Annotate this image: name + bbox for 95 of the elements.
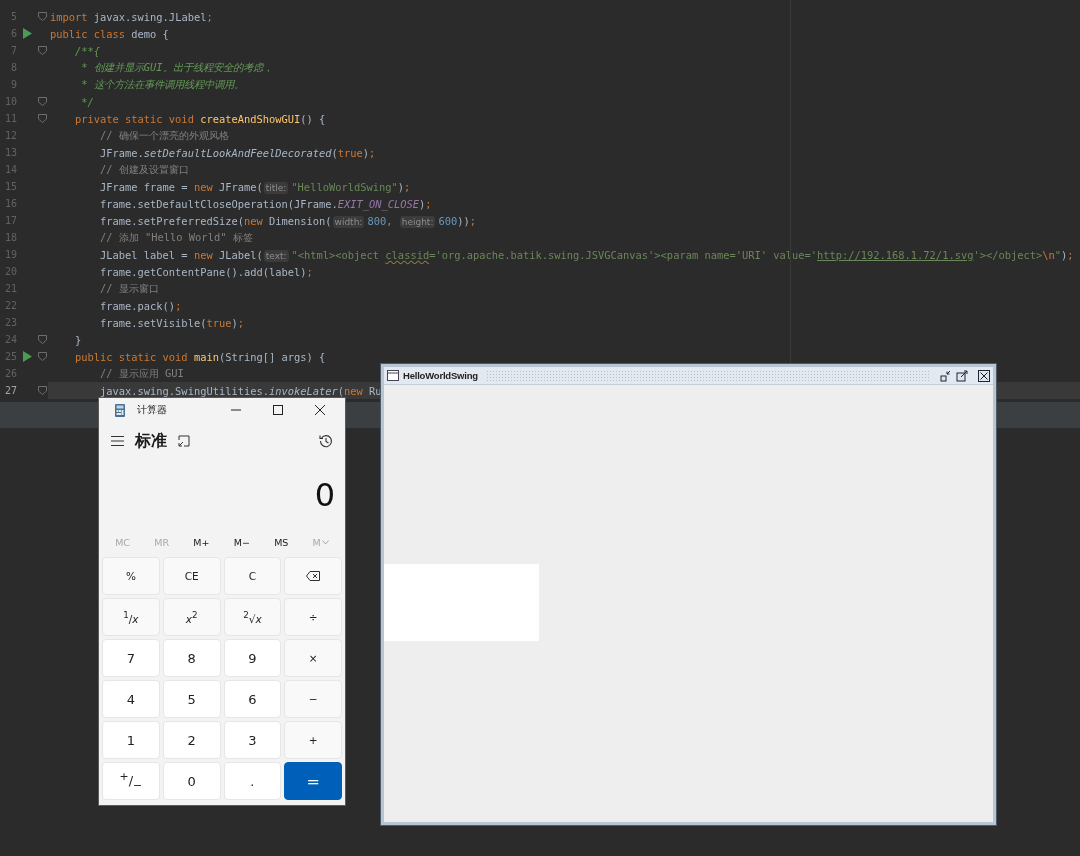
code-line: frame.setVisible(true); — [99, 316, 244, 329]
key-button[interactable]: = — [284, 762, 342, 800]
line-number: 23 — [3, 317, 17, 328]
line-number: 5 — [9, 11, 17, 22]
line-number: 12 — [3, 130, 17, 141]
key-button[interactable]: 9 — [223, 639, 282, 677]
code-line: public static void main(String[] args) { — [74, 350, 326, 363]
key-button[interactable]: 6 — [223, 680, 282, 718]
code-line: frame.setPreferredSize(new Dimension( width: 800, height: 600)); — [99, 214, 476, 227]
code-line: } — [74, 333, 82, 346]
chevron-down-icon — [321, 539, 329, 545]
fold-icon[interactable] — [38, 12, 47, 21]
key-button[interactable]: $^{1}$/x — [102, 598, 160, 636]
line-number: 8 — [9, 62, 17, 73]
line-number: 26 — [3, 368, 17, 379]
code-line: import javax.swing.JLabel; — [50, 10, 213, 23]
key-button[interactable]: $^{2}$√x — [223, 598, 282, 636]
line-number: 9 — [9, 79, 17, 90]
line-number: 25 — [3, 351, 17, 362]
fold-icon[interactable] — [38, 46, 47, 55]
line-number: 17 — [3, 215, 17, 226]
code-line: // 创建及设置窗口 — [99, 162, 189, 177]
window-icon — [387, 370, 399, 381]
key-button[interactable]: 8 — [162, 639, 221, 677]
code-line: frame.pack(); — [99, 299, 182, 312]
fold-icon[interactable] — [38, 352, 47, 361]
memory-button[interactable]: M+ — [190, 534, 213, 550]
code-line: JLabel label = new JLabel( text: "<html><object classid='org.apache.batik.swing.JSVGCanvas'><param name='URI' value='http://192.168.1.72/1.svg'></object>\n"); — [99, 248, 1074, 261]
key-button[interactable]: 7 — [102, 639, 160, 677]
line-number: 10 — [3, 96, 17, 107]
fold-icon[interactable] — [38, 114, 47, 123]
window-title: 计算器 — [137, 403, 167, 417]
key-button[interactable]: ÷ — [284, 598, 342, 636]
line-number: 13 — [3, 147, 17, 158]
code-line: /**{ — [74, 44, 101, 57]
display-value: 0 — [313, 475, 336, 516]
code-line: public class demo { — [50, 27, 169, 40]
keep-on-top-icon[interactable] — [178, 435, 190, 447]
code-line: * 这个方法在事件调用线程中调用。 — [80, 77, 244, 92]
close-icon[interactable] — [315, 405, 325, 415]
calculator-app-icon — [115, 403, 125, 417]
code-line: frame.getContentPane().add(label); — [99, 265, 313, 278]
backspace-icon — [306, 571, 321, 581]
key-button[interactable]: − — [284, 680, 342, 718]
code-line: JFrame frame = new JFrame( title: "HelloWorldSwing"); — [99, 180, 411, 193]
maximize-icon[interactable] — [956, 369, 968, 382]
key-button[interactable]: × — [284, 639, 342, 677]
key-button[interactable]: + — [284, 721, 342, 759]
line-number: 11 — [3, 113, 17, 124]
code-line: */ — [80, 95, 94, 108]
code-line: // 添加 "Hello World" 标签 — [99, 230, 253, 245]
code-line: // 显示应用 GUI — [99, 366, 184, 381]
fold-icon[interactable] — [38, 386, 47, 395]
code-line: // 显示窗口 — [99, 281, 159, 296]
close-icon[interactable] — [978, 369, 990, 382]
line-number: 22 — [3, 300, 17, 311]
window-title: HelloWorldSwing — [403, 370, 478, 381]
run-icon[interactable] — [22, 351, 32, 362]
key-button[interactable]: C — [223, 557, 282, 595]
key-button[interactable]: . — [223, 762, 282, 800]
minimize-icon[interactable] — [940, 369, 952, 382]
key-button[interactable]: % — [102, 557, 160, 595]
key-button[interactable]: 0 — [162, 762, 221, 800]
fold-icon[interactable] — [38, 335, 47, 344]
menu-icon[interactable] — [111, 436, 124, 446]
code-line: private static void createAndShowGUI() { — [74, 112, 326, 125]
key-button[interactable]: 4 — [102, 680, 160, 718]
fold-icon[interactable] — [38, 97, 47, 106]
key-button[interactable]: 5 — [162, 680, 221, 718]
code-line: frame.setDefaultCloseOperation(JFrame.EXIT_ON_CLOSE); — [99, 197, 432, 210]
key-button[interactable]: 1 — [102, 721, 160, 759]
memory-button[interactable]: M− — [230, 534, 253, 550]
maximize-icon[interactable] — [273, 405, 283, 415]
key-button[interactable]: 3 — [223, 721, 282, 759]
line-number: 18 — [3, 232, 17, 243]
key-button[interactable]: $^{+}$/$_{−}$ — [102, 762, 160, 800]
line-number: 6 — [9, 28, 17, 39]
run-icon[interactable] — [22, 28, 32, 39]
memory-button[interactable]: MS — [271, 534, 292, 550]
line-number: 27 — [3, 385, 17, 396]
line-number: 16 — [3, 198, 17, 209]
line-number: 20 — [3, 266, 17, 277]
line-number: 19 — [3, 249, 17, 260]
key-button[interactable]: x$^{2}$ — [162, 598, 221, 636]
key-button[interactable]: CE — [162, 557, 221, 595]
code-line: * 创建并显示GUI。出于线程安全的考虑， — [80, 60, 273, 75]
history-icon[interactable] — [319, 434, 333, 448]
line-number: 24 — [3, 334, 17, 345]
code-line: JFrame.setDefaultLookAndFeelDecorated(true); — [99, 146, 376, 159]
line-number: 21 — [3, 283, 17, 294]
line-number: 15 — [3, 181, 17, 192]
line-number: 7 — [9, 45, 17, 56]
line-number: 14 — [3, 164, 17, 175]
mode-title: 标准 — [135, 430, 167, 452]
key-button[interactable]: 2 — [162, 721, 221, 759]
